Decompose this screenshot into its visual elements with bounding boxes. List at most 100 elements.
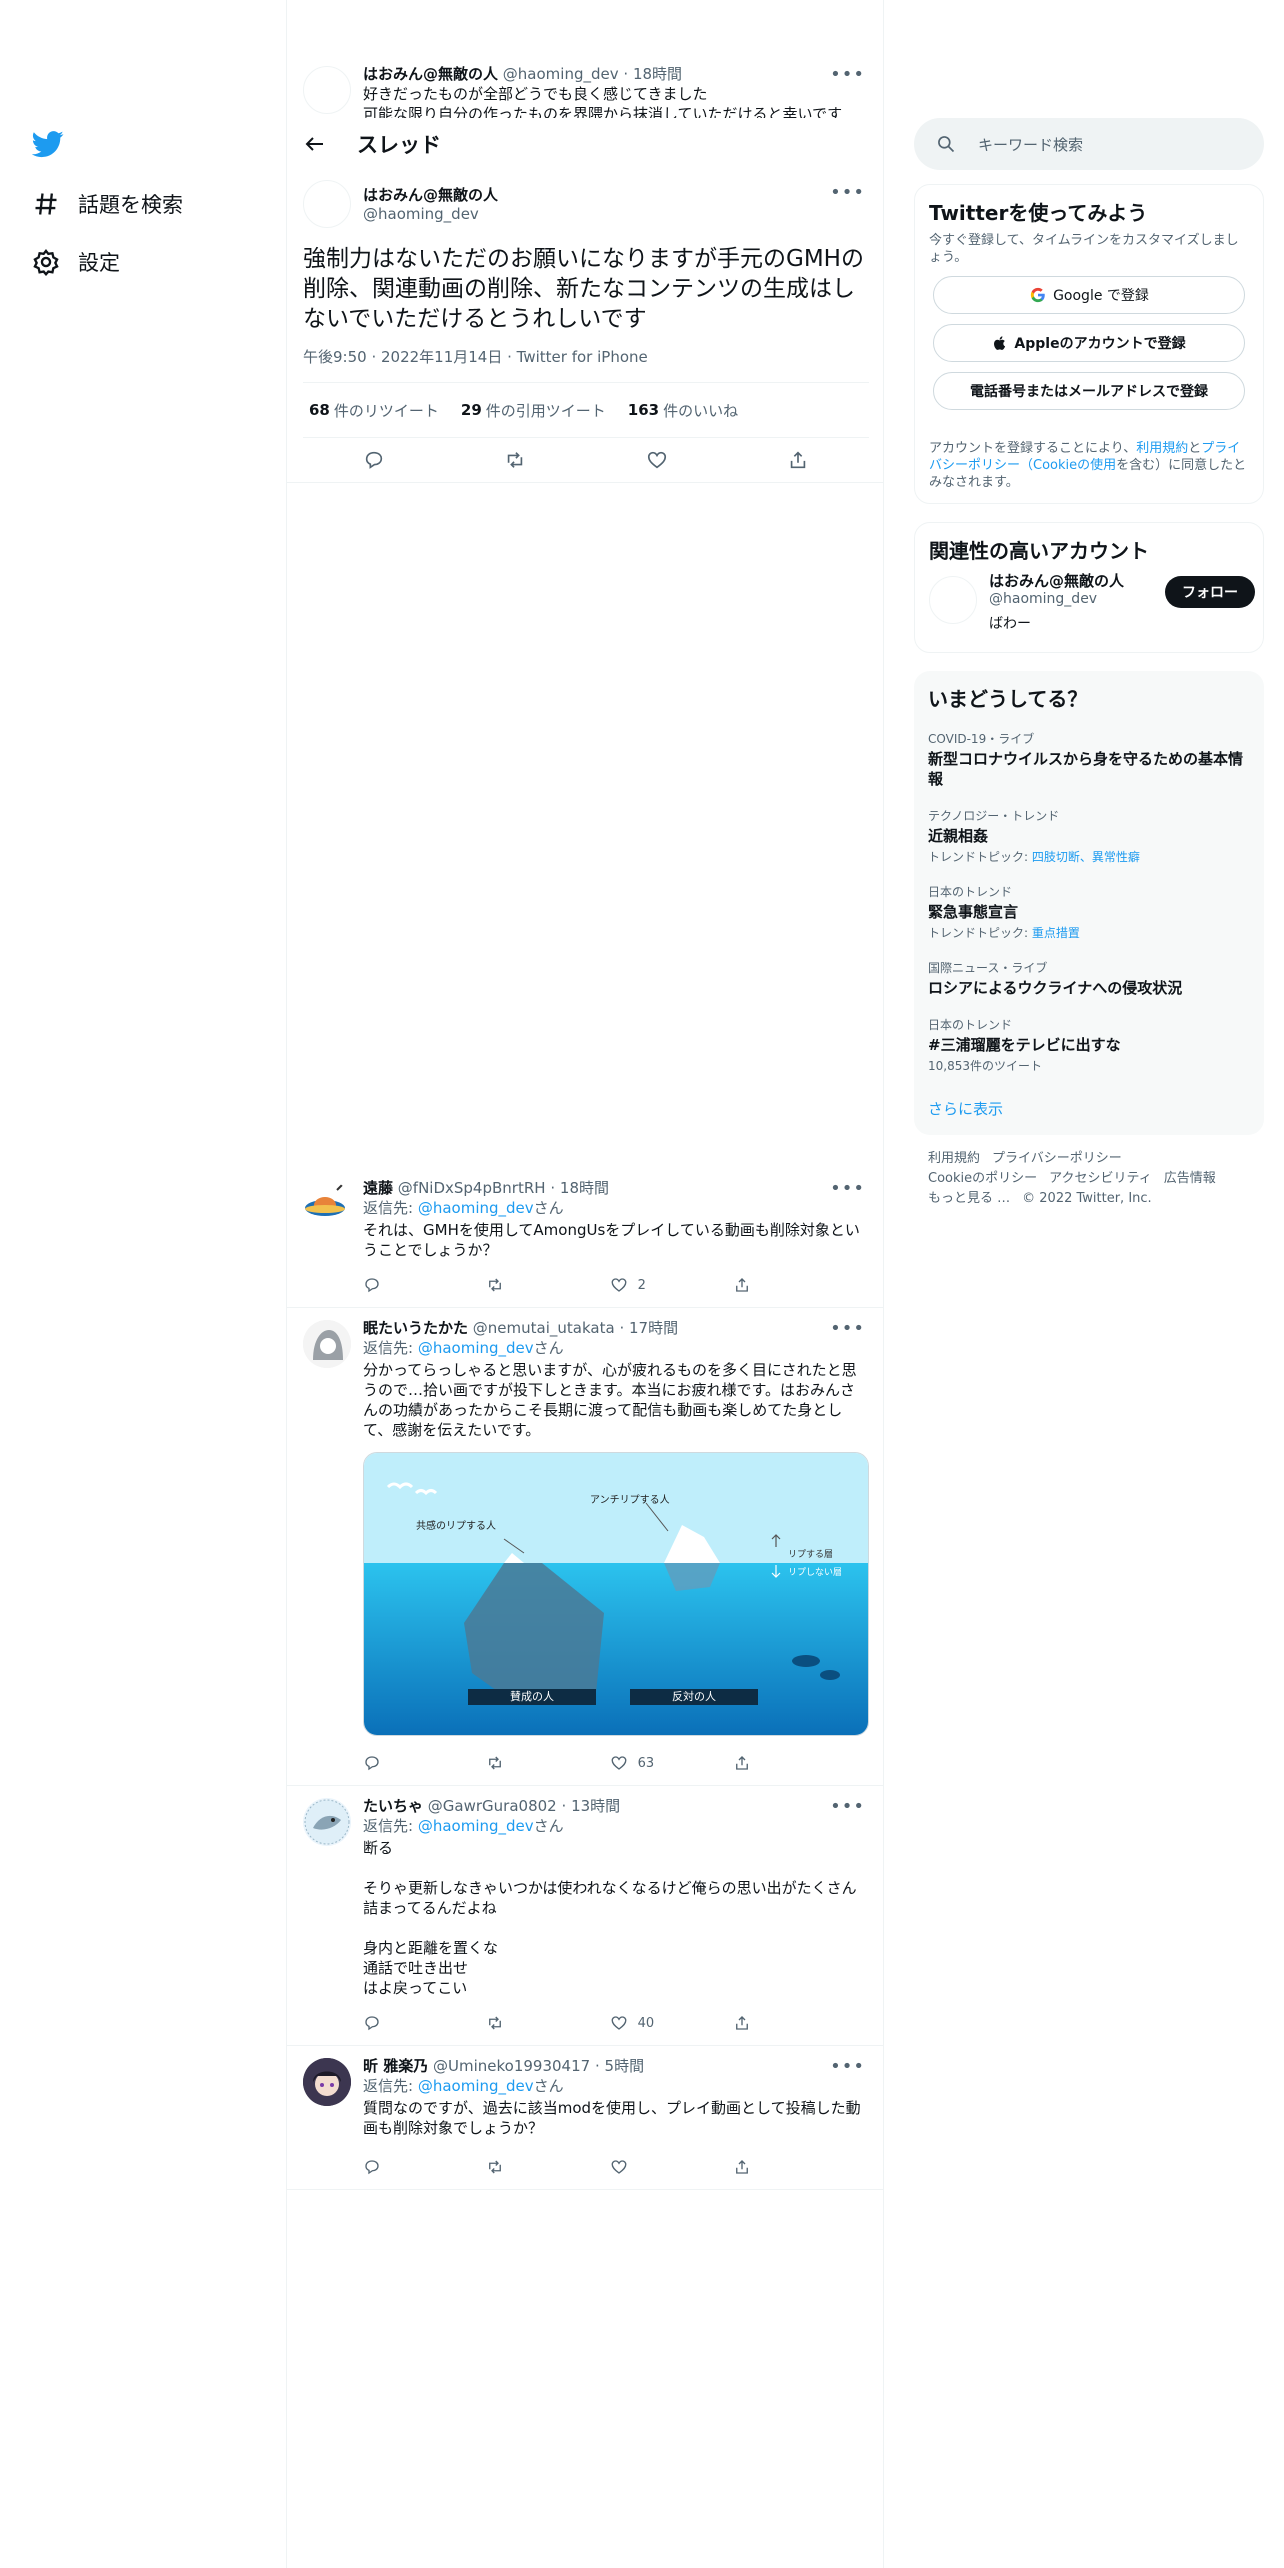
author-name[interactable]: 眠たいうたかた bbox=[363, 1319, 468, 1337]
tweet-text: それは、GMHを使用してAmongUsをプレイしている動画も削除対象ということで… bbox=[363, 1221, 860, 1259]
avatar[interactable] bbox=[303, 66, 351, 114]
tweet-time[interactable]: 18時間 bbox=[560, 1179, 609, 1197]
more-icon[interactable]: ••• bbox=[830, 64, 865, 85]
footer-cookie-link[interactable]: Cookieのポリシー bbox=[928, 1171, 1037, 1186]
footer-accessibility-link[interactable]: アクセシビリティ bbox=[1049, 1171, 1152, 1186]
retweet-count[interactable]: 68 bbox=[309, 401, 330, 419]
trend-item[interactable]: 日本のトレンド 緊急事態宣言 トレンドトピック: 重点措置 bbox=[928, 883, 1250, 941]
avatar[interactable] bbox=[303, 1320, 351, 1368]
trend-item[interactable]: 国際ニュース・ライブ ロシアによるウクライナへの侵攻状況 bbox=[928, 959, 1250, 998]
reply-icon[interactable] bbox=[363, 449, 385, 471]
like-count[interactable]: 163 bbox=[628, 401, 659, 419]
share-button[interactable] bbox=[733, 2014, 793, 2032]
search-input[interactable]: キーワード検索 bbox=[914, 118, 1264, 170]
google-signup-button[interactable]: Google で登録 bbox=[933, 276, 1245, 314]
back-arrow-icon[interactable] bbox=[303, 132, 327, 156]
share-icon[interactable] bbox=[787, 449, 809, 471]
author-name[interactable]: はおみん@無敵の人 bbox=[363, 65, 498, 83]
tweet-time[interactable]: 17時間 bbox=[629, 1319, 678, 1337]
trends-card: いまどうしてる？ COVID-19・ライブ 新型コロナウイルスから身を守るための… bbox=[914, 671, 1264, 1135]
footer-more-link[interactable]: もっと見る … bbox=[928, 1191, 1010, 1206]
like-count-label[interactable]: 件のいいね bbox=[663, 400, 738, 421]
avatar[interactable] bbox=[303, 2058, 351, 2106]
google-signup-label: Google で登録 bbox=[1053, 288, 1149, 304]
account-bio: ばわー bbox=[989, 616, 1031, 632]
author-name[interactable]: たいちゃ bbox=[363, 1797, 423, 1815]
tweet-time[interactable]: 5時間 bbox=[605, 2057, 645, 2075]
share-button[interactable] bbox=[733, 1754, 793, 1772]
reply-to-handle[interactable]: @haoming_dev bbox=[418, 2077, 534, 2095]
reply-button[interactable] bbox=[363, 1754, 423, 1772]
avatar[interactable] bbox=[303, 1798, 351, 1846]
trend-topic-link[interactable]: 四肢切断、異常性癖 bbox=[1032, 850, 1140, 864]
footer-privacy-link[interactable]: プライバシーポリシー bbox=[992, 1151, 1122, 1166]
reply-button[interactable] bbox=[363, 1276, 423, 1294]
phone-email-signup-button[interactable]: 電話番号またはメールアドレスで登録 bbox=[933, 372, 1245, 410]
quote-count[interactable]: 29 bbox=[461, 401, 482, 419]
retweet-button[interactable] bbox=[486, 1276, 546, 1294]
footer-ads-link[interactable]: 広告情報 bbox=[1164, 1171, 1216, 1186]
account-handle[interactable]: @haoming_dev bbox=[989, 591, 1124, 607]
retweet-count-label[interactable]: 件のリツイート bbox=[334, 400, 439, 421]
author-name[interactable]: はおみん@無敵の人 bbox=[363, 184, 498, 205]
retweet-button[interactable] bbox=[486, 1754, 546, 1772]
author-handle[interactable]: @nemutai_utakata bbox=[473, 1319, 615, 1337]
retweet-button[interactable] bbox=[486, 2158, 546, 2176]
tweet-date[interactable]: 2022年11月14日 bbox=[381, 348, 502, 366]
avatar[interactable] bbox=[303, 180, 351, 228]
trend-item[interactable]: 日本のトレンド #三浦瑠麗をテレビに出すな 10,853件のツイート bbox=[928, 1016, 1250, 1074]
reply-tweet[interactable]: 眠たいうたかた @nemutai_utakata · 17時間 返信先: @ha… bbox=[287, 1310, 883, 1786]
tweet-time[interactable]: 13時間 bbox=[571, 1797, 620, 1815]
apple-signup-button[interactable]: Appleのアカウントで登録 bbox=[933, 324, 1245, 362]
show-more-link[interactable]: さらに表示 bbox=[928, 1098, 1250, 1119]
more-icon[interactable]: ••• bbox=[830, 182, 865, 203]
quote-count-label[interactable]: 件の引用ツイート bbox=[486, 400, 606, 421]
follow-button[interactable]: フォロー bbox=[1165, 576, 1255, 608]
nav-explore[interactable]: 話題を検索 bbox=[32, 184, 183, 224]
trend-item[interactable]: テクノロジー・トレンド 近親相姦 トレンドトピック: 四肢切断、異常性癖 bbox=[928, 807, 1250, 865]
like-button[interactable]: 40 bbox=[610, 2014, 670, 2032]
like-icon[interactable] bbox=[646, 449, 668, 471]
like-button[interactable] bbox=[610, 2158, 670, 2176]
account-name[interactable]: はおみん@無敵の人 bbox=[989, 570, 1124, 591]
author-name[interactable]: 昕 雅楽乃 bbox=[363, 2057, 428, 2075]
trend-item[interactable]: COVID-19・ライブ 新型コロナウイルスから身を守るための基本情報 bbox=[928, 730, 1250, 789]
reply-button[interactable] bbox=[363, 2014, 423, 2032]
trend-topic-link[interactable]: 重点措置 bbox=[1032, 926, 1080, 940]
more-icon[interactable]: ••• bbox=[830, 1796, 865, 1817]
avatar[interactable] bbox=[929, 576, 977, 624]
reply-to-handle[interactable]: @haoming_dev bbox=[418, 1339, 534, 1357]
account-row[interactable]: はおみん@無敵の人 @haoming_dev ばわー フォロー bbox=[929, 570, 1255, 640]
author-handle[interactable]: @fNiDxSp4pBnrtRH bbox=[398, 1179, 546, 1197]
tweet-time[interactable]: 18時間 bbox=[633, 65, 682, 83]
twitter-logo-icon[interactable] bbox=[32, 128, 64, 160]
tweet-time[interactable]: 午後9:50 bbox=[303, 348, 367, 366]
retweet-icon[interactable] bbox=[504, 449, 526, 471]
retweet-button[interactable] bbox=[486, 2014, 546, 2032]
author-name[interactable]: 遠藤 bbox=[363, 1179, 393, 1197]
avatar[interactable] bbox=[303, 1180, 351, 1228]
reply-tweet[interactable]: たいちゃ @GawrGura0802 · 13時間 返信先: @haoming_… bbox=[287, 1788, 883, 2046]
reply-tweet[interactable]: 昕 雅楽乃 @Umineko19930417 · 5時間 返信先: @haomi… bbox=[287, 2048, 883, 2190]
nav-settings[interactable]: 設定 bbox=[32, 242, 120, 282]
more-icon[interactable]: ••• bbox=[830, 2056, 865, 2077]
partial-tweet[interactable]: はおみん@無敵の人 @haoming_dev · 18時間 好きだったものが全部… bbox=[287, 62, 883, 118]
tweet-actions bbox=[303, 438, 869, 482]
author-handle[interactable]: @Umineko19930417 bbox=[433, 2057, 590, 2075]
more-icon[interactable]: ••• bbox=[830, 1178, 865, 1199]
footer-terms-link[interactable]: 利用規約 bbox=[928, 1151, 980, 1166]
tweet-image[interactable]: 共感のリプする人 アンチリプする人 リプする層 リプしない層 賛成の人 反対の人 bbox=[363, 1452, 869, 1736]
like-button[interactable]: 2 bbox=[610, 1276, 670, 1294]
share-button[interactable] bbox=[733, 1276, 793, 1294]
more-icon[interactable]: ••• bbox=[830, 1318, 865, 1339]
author-handle[interactable]: @GawrGura0802 bbox=[428, 1797, 557, 1815]
reply-to-handle[interactable]: @haoming_dev bbox=[418, 1817, 534, 1835]
reply-button[interactable] bbox=[363, 2158, 423, 2176]
share-button[interactable] bbox=[733, 2158, 793, 2176]
author-handle[interactable]: @haoming_dev bbox=[503, 65, 619, 83]
reply-to-handle[interactable]: @haoming_dev bbox=[418, 1199, 534, 1217]
author-handle[interactable]: @haoming_dev bbox=[363, 205, 498, 223]
terms-link[interactable]: 利用規約 bbox=[1136, 441, 1188, 456]
like-button[interactable]: 63 bbox=[610, 1754, 670, 1772]
reply-tweet[interactable]: 遠藤 @fNiDxSp4pBnrtRH · 18時間 返信先: @haoming… bbox=[287, 1170, 883, 1308]
